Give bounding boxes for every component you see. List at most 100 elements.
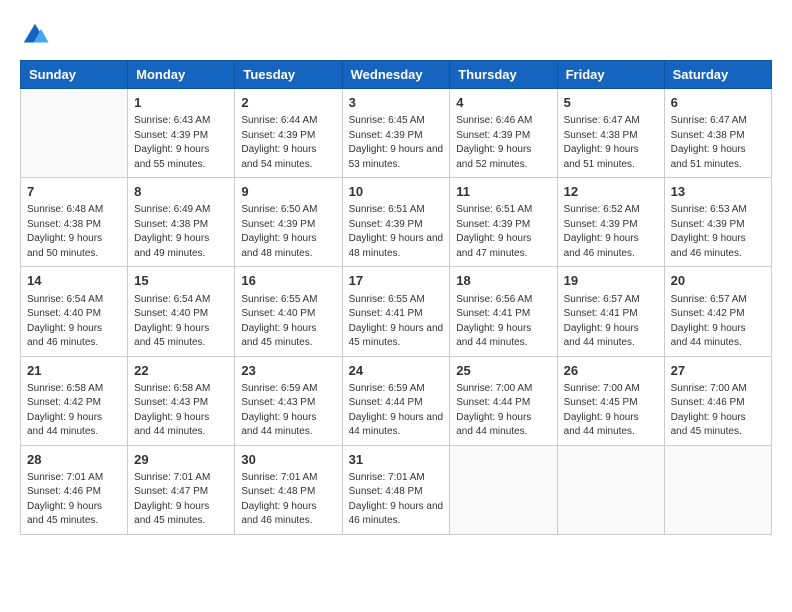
calendar-cell: 3 Sunrise: 6:45 AMSunset: 4:39 PMDaylight… [342, 89, 450, 178]
day-info: Sunrise: 7:01 AMSunset: 4:47 PMDaylight:… [134, 471, 228, 529]
calendar-cell: 9 Sunrise: 6:50 AMSunset: 4:39 PMDaylight… [235, 178, 342, 267]
column-header-wednesday: Wednesday [342, 61, 450, 89]
day-number: 22 [134, 362, 228, 380]
calendar-cell: 4 Sunrise: 6:46 AMSunset: 4:39 PMDaylight… [450, 89, 557, 178]
calendar-cell: 28Sunrise: 7:01 AMSunset: 4:46 PMDayligh… [21, 445, 128, 534]
day-info: Sunrise: 6:54 AMSunset: 4:40 PMDaylight:… [134, 293, 228, 351]
calendar-cell: 17 Sunrise: 6:55 AMSunset: 4:41 PMDayligh… [342, 267, 450, 356]
logo-icon [20, 20, 50, 50]
day-info: Sunrise: 6:46 AMSunset: 4:39 PMDaylight:… [456, 114, 550, 172]
calendar-cell: 22 Sunrise: 6:58 AMSunset: 4:43 PMDayligh… [128, 356, 235, 445]
week-row-2: 7 Sunrise: 6:48 AMSunset: 4:38 PMDaylight… [21, 178, 772, 267]
column-header-tuesday: Tuesday [235, 61, 342, 89]
day-number: 27 [671, 362, 765, 380]
calendar-cell: 31 Sunrise: 7:01 AMSunset: 4:48 PMDayligh… [342, 445, 450, 534]
day-info: Sunrise: 6:43 AMSunset: 4:39 PMDaylight:… [134, 114, 228, 172]
day-info: Sunrise: 6:55 AMSunset: 4:40 PMDaylight:… [241, 293, 335, 351]
column-header-friday: Friday [557, 61, 664, 89]
calendar-body: 1Sunrise: 6:43 AMSunset: 4:39 PMDaylight… [21, 89, 772, 535]
day-info: Sunrise: 6:54 AMSunset: 4:40 PMDaylight:… [27, 293, 121, 351]
day-info: Sunrise: 6:51 AMSunset: 4:39 PMDaylight:… [349, 203, 444, 261]
calendar-cell: 11 Sunrise: 6:51 AMSunset: 4:39 PMDayligh… [450, 178, 557, 267]
day-number: 18 [456, 272, 550, 290]
day-number: 13 [671, 183, 765, 201]
calendar-cell: 21 Sunrise: 6:58 AMSunset: 4:42 PMDayligh… [21, 356, 128, 445]
calendar-cell: 30 Sunrise: 7:01 AMSunset: 4:48 PMDayligh… [235, 445, 342, 534]
day-number: 16 [241, 272, 335, 290]
calendar-cell: 7 Sunrise: 6:48 AMSunset: 4:38 PMDaylight… [21, 178, 128, 267]
day-info: Sunrise: 7:01 AMSunset: 4:48 PMDaylight:… [241, 471, 335, 529]
day-number: 9 [241, 183, 335, 201]
calendar-cell: 10 Sunrise: 6:51 AMSunset: 4:39 PMDayligh… [342, 178, 450, 267]
day-info: Sunrise: 6:58 AMSunset: 4:43 PMDaylight:… [134, 382, 228, 440]
day-info: Sunrise: 6:59 AMSunset: 4:43 PMDaylight:… [241, 382, 335, 440]
calendar-cell: 18 Sunrise: 6:56 AMSunset: 4:41 PMDayligh… [450, 267, 557, 356]
day-number: 21 [27, 362, 121, 380]
calendar-cell: 13 Sunrise: 6:53 AMSunset: 4:39 PMDayligh… [664, 178, 771, 267]
day-number: 20 [671, 272, 765, 290]
day-number: 25 [456, 362, 550, 380]
column-header-monday: Monday [128, 61, 235, 89]
calendar-cell: 1Sunrise: 6:43 AMSunset: 4:39 PMDaylight… [128, 89, 235, 178]
day-number: 4 [456, 94, 550, 112]
calendar-cell: 5 Sunrise: 6:47 AMSunset: 4:38 PMDaylight… [557, 89, 664, 178]
calendar-cell: 27 Sunrise: 7:00 AMSunset: 4:46 PMDayligh… [664, 356, 771, 445]
calendar-cell: 8Sunrise: 6:49 AMSunset: 4:38 PMDaylight… [128, 178, 235, 267]
day-number: 24 [349, 362, 444, 380]
calendar-cell: 12 Sunrise: 6:52 AMSunset: 4:39 PMDayligh… [557, 178, 664, 267]
header-row: SundayMondayTuesdayWednesdayThursdayFrid… [21, 61, 772, 89]
day-info: Sunrise: 6:52 AMSunset: 4:39 PMDaylight:… [564, 203, 658, 261]
day-info: Sunrise: 6:55 AMSunset: 4:41 PMDaylight:… [349, 293, 444, 351]
calendar-cell: 29 Sunrise: 7:01 AMSunset: 4:47 PMDayligh… [128, 445, 235, 534]
day-number: 7 [27, 183, 121, 201]
day-number: 19 [564, 272, 658, 290]
calendar-cell: 14 Sunrise: 6:54 AMSunset: 4:40 PMDayligh… [21, 267, 128, 356]
day-number: 6 [671, 94, 765, 112]
calendar-cell: 26Sunrise: 7:00 AMSunset: 4:45 PMDayligh… [557, 356, 664, 445]
day-info: Sunrise: 6:51 AMSunset: 4:39 PMDaylight:… [456, 203, 550, 261]
calendar-cell [557, 445, 664, 534]
day-number: 31 [349, 451, 444, 469]
day-info: Sunrise: 6:48 AMSunset: 4:38 PMDaylight:… [27, 203, 121, 261]
day-number: 3 [349, 94, 444, 112]
day-number: 23 [241, 362, 335, 380]
day-info: Sunrise: 7:00 AMSunset: 4:46 PMDaylight:… [671, 382, 765, 440]
day-info: Sunrise: 6:50 AMSunset: 4:39 PMDaylight:… [241, 203, 335, 261]
day-info: Sunrise: 7:01 AMSunset: 4:48 PMDaylight:… [349, 471, 444, 529]
day-number: 2 [241, 94, 335, 112]
calendar-cell: 19Sunrise: 6:57 AMSunset: 4:41 PMDayligh… [557, 267, 664, 356]
column-header-saturday: Saturday [664, 61, 771, 89]
week-row-1: 1Sunrise: 6:43 AMSunset: 4:39 PMDaylight… [21, 89, 772, 178]
day-info: Sunrise: 6:45 AMSunset: 4:39 PMDaylight:… [349, 114, 444, 172]
day-number: 5 [564, 94, 658, 112]
day-info: Sunrise: 6:56 AMSunset: 4:41 PMDaylight:… [456, 293, 550, 351]
day-info: Sunrise: 6:53 AMSunset: 4:39 PMDaylight:… [671, 203, 765, 261]
day-number: 15 [134, 272, 228, 290]
day-number: 14 [27, 272, 121, 290]
week-row-3: 14 Sunrise: 6:54 AMSunset: 4:40 PMDayligh… [21, 267, 772, 356]
day-info: Sunrise: 7:01 AMSunset: 4:46 PMDaylight:… [27, 471, 121, 529]
day-number: 10 [349, 183, 444, 201]
day-number: 30 [241, 451, 335, 469]
column-header-thursday: Thursday [450, 61, 557, 89]
day-info: Sunrise: 6:47 AMSunset: 4:38 PMDaylight:… [564, 114, 658, 172]
day-info: Sunrise: 7:00 AMSunset: 4:45 PMDaylight:… [564, 382, 658, 440]
calendar-header: SundayMondayTuesdayWednesdayThursdayFrid… [21, 61, 772, 89]
day-info: Sunrise: 6:44 AMSunset: 4:39 PMDaylight:… [241, 114, 335, 172]
calendar-table: SundayMondayTuesdayWednesdayThursdayFrid… [20, 60, 772, 535]
calendar-cell: 6Sunrise: 6:47 AMSunset: 4:38 PMDaylight… [664, 89, 771, 178]
day-number: 8 [134, 183, 228, 201]
page-header [20, 20, 772, 50]
calendar-cell: 20 Sunrise: 6:57 AMSunset: 4:42 PMDayligh… [664, 267, 771, 356]
day-number: 12 [564, 183, 658, 201]
day-info: Sunrise: 6:59 AMSunset: 4:44 PMDaylight:… [349, 382, 444, 440]
day-number: 29 [134, 451, 228, 469]
day-number: 17 [349, 272, 444, 290]
day-info: Sunrise: 6:58 AMSunset: 4:42 PMDaylight:… [27, 382, 121, 440]
column-header-sunday: Sunday [21, 61, 128, 89]
day-number: 11 [456, 183, 550, 201]
calendar-cell: 15 Sunrise: 6:54 AMSunset: 4:40 PMDayligh… [128, 267, 235, 356]
day-info: Sunrise: 6:57 AMSunset: 4:42 PMDaylight:… [671, 293, 765, 351]
calendar-cell: 24 Sunrise: 6:59 AMSunset: 4:44 PMDayligh… [342, 356, 450, 445]
calendar-cell [664, 445, 771, 534]
